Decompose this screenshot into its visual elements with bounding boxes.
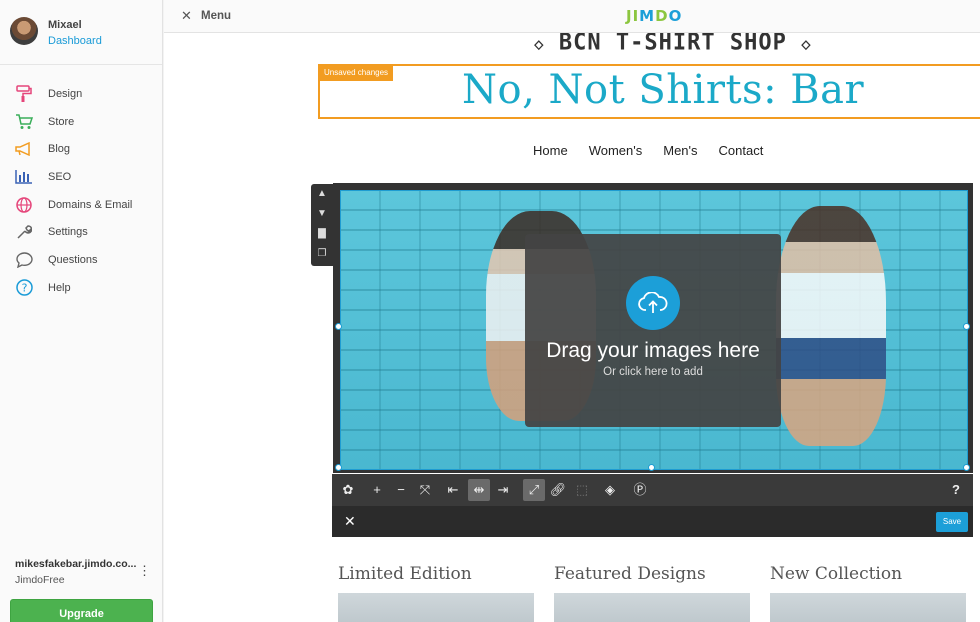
link-icon[interactable]: 🔗︎ bbox=[547, 479, 569, 501]
sidebar-item-label: Design bbox=[48, 87, 83, 100]
jimdo-logo: JIMDO bbox=[626, 7, 683, 25]
section-image[interactable] bbox=[770, 593, 966, 622]
site-url: mikesfakebar.jimdo.co... bbox=[15, 558, 137, 570]
resize-handle[interactable] bbox=[648, 464, 655, 471]
upgrade-button[interactable]: Upgrade bbox=[10, 599, 153, 622]
sidebar-menu: Design Store Blog SEO Domains & Email Se… bbox=[14, 80, 132, 302]
sidebar-item-label: SEO bbox=[48, 170, 72, 183]
menu-label[interactable]: Menu bbox=[201, 10, 231, 22]
drag-images-text: Drag your images here bbox=[546, 339, 760, 362]
nav-womens[interactable]: Women's bbox=[589, 143, 643, 158]
fit-icon[interactable]: ⤧ bbox=[414, 479, 436, 501]
top-bar: ✕ Menu JIMDO bbox=[164, 0, 980, 33]
megaphone-icon bbox=[14, 140, 34, 158]
sidebar-item-blog[interactable]: Blog bbox=[14, 135, 132, 163]
section-image[interactable] bbox=[338, 593, 534, 622]
tag-icon: ◇ bbox=[534, 33, 545, 54]
sidebar-item-domains[interactable]: Domains & Email bbox=[14, 191, 132, 219]
tag-icon: ◇ bbox=[801, 33, 812, 54]
site-canvas: ◇ BCN T-SHIRT SHOP ◇ Unsaved changes No,… bbox=[164, 33, 980, 622]
question-circle-icon: ? bbox=[14, 279, 34, 297]
sidebar-item-store[interactable]: Store bbox=[14, 108, 132, 136]
move-up-icon[interactable]: ▲ bbox=[311, 184, 333, 204]
profile[interactable]: Mixael Dashboard bbox=[10, 17, 160, 49]
section-title-featured-designs: Featured Designs bbox=[554, 564, 706, 584]
dashboard-link[interactable]: Dashboard bbox=[48, 35, 102, 47]
cart-icon bbox=[14, 113, 34, 131]
sidebar-item-help[interactable]: ? Help bbox=[14, 274, 132, 302]
block-side-tools: ▲ ▼ ▇ ❐ bbox=[311, 184, 333, 266]
click-to-add-text[interactable]: Or click here to add bbox=[525, 366, 781, 378]
avatar[interactable] bbox=[10, 17, 38, 45]
section-title-new-collection: New Collection bbox=[770, 564, 903, 584]
sidebar-item-label: Questions bbox=[48, 253, 98, 266]
sidebar-item-settings[interactable]: Settings bbox=[14, 218, 132, 246]
help-icon[interactable]: ? bbox=[945, 479, 967, 501]
section-image[interactable] bbox=[554, 593, 750, 622]
section-title-limited-edition: Limited Edition bbox=[338, 564, 472, 584]
globe-icon bbox=[14, 196, 34, 214]
sidebar-item-label: Blog bbox=[48, 143, 71, 156]
sidebar-item-seo[interactable]: SEO bbox=[14, 163, 132, 191]
expand-icon[interactable]: ⤢ bbox=[523, 479, 545, 501]
sidebar-item-questions[interactable]: Questions bbox=[14, 246, 132, 274]
more-options-icon[interactable]: ⋮ bbox=[138, 563, 151, 579]
align-right-icon[interactable]: ⇥ bbox=[492, 479, 514, 501]
shop-title: ◇ BCN T-SHIRT SHOP ◇ bbox=[534, 33, 812, 56]
resize-handle[interactable] bbox=[963, 464, 970, 471]
cloud-upload-icon[interactable] bbox=[626, 276, 680, 330]
sidebar-item-label: Store bbox=[48, 115, 75, 128]
sidebar-item-design[interactable]: Design bbox=[14, 80, 132, 108]
zoom-out-icon[interactable]: − bbox=[390, 479, 412, 501]
sidebar-item-label: Settings bbox=[48, 226, 88, 239]
pinterest-icon[interactable]: Ⓟ bbox=[629, 479, 651, 501]
align-left-icon[interactable]: ⇤ bbox=[442, 479, 464, 501]
resize-handle[interactable] bbox=[335, 464, 342, 471]
wrench-icon bbox=[14, 223, 34, 241]
nav-contact[interactable]: Contact bbox=[719, 143, 764, 158]
image-toolbar: ✿ + − ⤧ ⇤ ⇹ ⇥ ⤢ 🔗︎ ⬚ ◈ Ⓟ ? bbox=[332, 474, 973, 506]
user-name: Mixael bbox=[48, 19, 82, 31]
resize-handle[interactable] bbox=[963, 323, 970, 330]
image-action-bar: ✕ Save bbox=[332, 506, 973, 537]
close-menu-icon[interactable]: ✕ bbox=[181, 8, 192, 24]
photo-person bbox=[776, 206, 886, 446]
paint-roller-icon bbox=[14, 85, 34, 103]
nav-home[interactable]: Home bbox=[533, 143, 568, 158]
crop-icon[interactable]: ⬚ bbox=[571, 479, 593, 501]
svg-text:?: ? bbox=[21, 282, 27, 295]
site-info: mikesfakebar.jimdo.co... JimdoFree bbox=[15, 558, 155, 586]
filters-icon[interactable]: ✿ bbox=[337, 479, 359, 501]
unsaved-changes-badge: Unsaved changes bbox=[319, 66, 394, 81]
sidebar-item-label: Help bbox=[48, 281, 71, 294]
zoom-in-icon[interactable]: + bbox=[366, 479, 388, 501]
bar-chart-icon bbox=[14, 168, 34, 186]
site-navigation: Home Women's Men's Contact bbox=[533, 143, 784, 158]
resize-handle[interactable] bbox=[335, 323, 342, 330]
sidebar-item-label: Domains & Email bbox=[48, 198, 133, 211]
tag-icon[interactable]: ◈ bbox=[599, 479, 621, 501]
sidebar-divider bbox=[0, 64, 162, 65]
move-down-icon[interactable]: ▼ bbox=[311, 204, 333, 224]
page-title[interactable]: No, Not Shirts: Bar bbox=[462, 67, 864, 113]
site-plan: JimdoFree bbox=[15, 574, 65, 586]
shop-title-text: BCN T-SHIRT SHOP bbox=[558, 33, 787, 56]
trash-icon[interactable]: ▇ bbox=[311, 224, 333, 244]
chat-bubble-icon bbox=[14, 251, 34, 269]
sidebar: Mixael Dashboard Design Store Blog SEO D… bbox=[0, 0, 163, 622]
duplicate-icon[interactable]: ❐ bbox=[311, 244, 333, 264]
align-center-icon[interactable]: ⇹ bbox=[468, 479, 490, 501]
save-button[interactable]: Save bbox=[936, 512, 968, 532]
cancel-icon[interactable]: ✕ bbox=[344, 513, 356, 530]
upload-dropzone[interactable]: Drag your images here Or click here to a… bbox=[525, 234, 781, 427]
nav-mens[interactable]: Men's bbox=[663, 143, 697, 158]
